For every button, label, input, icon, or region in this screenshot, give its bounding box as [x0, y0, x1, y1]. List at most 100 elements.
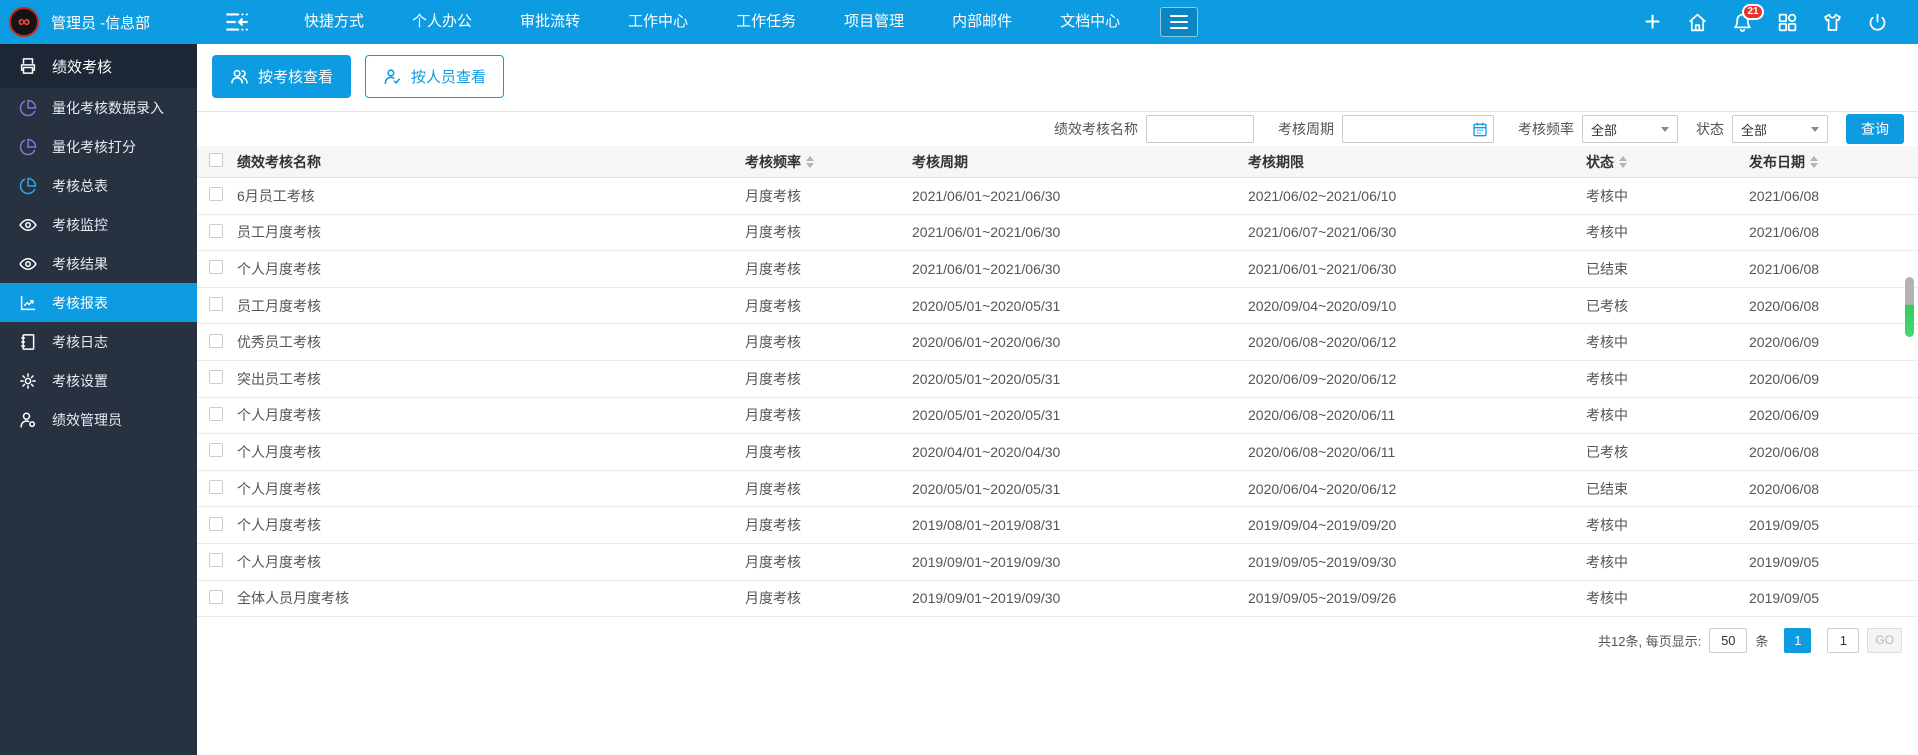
- top-nav: 快捷方式 个人办公 审批流转 工作中心 工作任务 项目管理 内部邮件 文档中心: [280, 0, 1144, 44]
- table-row[interactable]: 个人月度考核 月度考核 2019/09/01~2019/09/30 2019/0…: [197, 544, 1918, 581]
- cell-publish-date: 2020/06/08: [1749, 298, 1906, 314]
- row-checkbox[interactable]: [209, 480, 223, 494]
- app-logo-icon: ∞: [9, 7, 39, 37]
- table-body: 6月员工考核 月度考核 2021/06/01~2021/06/30 2021/0…: [197, 178, 1918, 617]
- theme-shirt-icon[interactable]: [1822, 12, 1843, 33]
- cell-publish-date: 2020/06/09: [1749, 334, 1906, 350]
- nav-more-button[interactable]: [1160, 7, 1198, 37]
- home-icon[interactable]: [1687, 12, 1708, 33]
- bar-chart-icon: [19, 294, 37, 312]
- sidebar-item-performance-admin[interactable]: 绩效管理员: [0, 400, 197, 439]
- sidebar-item-assessment-logs[interactable]: 考核日志: [0, 322, 197, 361]
- column-header-name: 绩效考核名称: [237, 152, 745, 172]
- cell-term: 2020/06/08~2020/06/11: [1248, 407, 1586, 423]
- chevron-down-icon: [1661, 127, 1669, 132]
- cell-term: 2021/06/01~2021/06/30: [1248, 261, 1586, 277]
- cell-frequency: 月度考核: [745, 588, 912, 608]
- vertical-scrollbar-thumb[interactable]: [1905, 277, 1914, 337]
- nav-item-personal-office[interactable]: 个人办公: [388, 0, 496, 44]
- cell-publish-date: 2019/09/05: [1749, 590, 1906, 606]
- cell-term: 2021/06/07~2021/06/30: [1248, 224, 1586, 240]
- row-checkbox[interactable]: [209, 260, 223, 274]
- sidebar-item-quant-scoring[interactable]: 量化考核打分: [0, 127, 197, 166]
- table-row[interactable]: 突出员工考核 月度考核 2020/05/01~2020/05/31 2020/0…: [197, 361, 1918, 398]
- cell-assessment-name: 全体人员月度考核: [237, 588, 745, 608]
- row-checkbox[interactable]: [209, 297, 223, 311]
- nav-item-approval-flow[interactable]: 审批流转: [496, 0, 604, 44]
- frequency-select[interactable]: 全部: [1582, 115, 1678, 143]
- cell-assessment-name: 个人月度考核: [237, 259, 745, 279]
- row-checkbox[interactable]: [209, 187, 223, 201]
- table-row[interactable]: 优秀员工考核 月度考核 2020/06/01~2020/06/30 2020/0…: [197, 324, 1918, 361]
- power-icon[interactable]: [1867, 12, 1888, 33]
- eye-icon: [19, 216, 37, 234]
- cell-assessment-name: 个人月度考核: [237, 552, 745, 572]
- go-button[interactable]: GO: [1867, 628, 1902, 653]
- sidebar-item-assessment-summary[interactable]: 考核总表: [0, 166, 197, 205]
- sidebar-item-assessment-results[interactable]: 考核结果: [0, 244, 197, 283]
- row-checkbox[interactable]: [209, 553, 223, 567]
- plus-icon[interactable]: +: [1642, 12, 1663, 33]
- row-checkbox[interactable]: [209, 517, 223, 531]
- assessment-name-input[interactable]: [1146, 115, 1254, 143]
- sort-icon[interactable]: [806, 156, 814, 168]
- sidebar-item-performance-assessment[interactable]: 绩效考核: [0, 44, 197, 88]
- filter-status-label: 状态: [1696, 119, 1724, 139]
- nav-item-work-center[interactable]: 工作中心: [604, 0, 712, 44]
- table-row[interactable]: 全体人员月度考核 月度考核 2019/09/01~2019/09/30 2019…: [197, 581, 1918, 618]
- pagination-summary: 共12条, 每页显示:: [1598, 631, 1701, 650]
- nav-item-document-center[interactable]: 文档中心: [1036, 0, 1144, 44]
- cell-period: 2019/09/01~2019/09/30: [912, 554, 1248, 570]
- table-row[interactable]: 个人月度考核 月度考核 2020/05/01~2020/05/31 2020/0…: [197, 398, 1918, 435]
- cell-frequency: 月度考核: [745, 405, 912, 425]
- sort-icon[interactable]: [1619, 156, 1627, 168]
- sidebar-item-quant-data-entry[interactable]: 量化考核数据录入: [0, 88, 197, 127]
- row-checkbox[interactable]: [209, 334, 223, 348]
- notification-badge: 21: [1742, 4, 1764, 20]
- row-checkbox[interactable]: [209, 224, 223, 238]
- calendar-icon[interactable]: [1472, 121, 1488, 137]
- nav-item-work-tasks[interactable]: 工作任务: [712, 0, 820, 44]
- tab-view-by-person[interactable]: 按人员查看: [365, 55, 504, 98]
- cell-assessment-name: 员工月度考核: [237, 296, 745, 316]
- nav-item-shortcuts[interactable]: 快捷方式: [280, 0, 388, 44]
- cell-term: 2020/09/04~2020/09/10: [1248, 298, 1586, 314]
- table-row[interactable]: 个人月度考核 月度考核 2019/08/01~2019/08/31 2019/0…: [197, 507, 1918, 544]
- cell-frequency: 月度考核: [745, 479, 912, 499]
- menu-collapse-icon[interactable]: [224, 9, 250, 35]
- goto-page-input[interactable]: [1827, 628, 1859, 653]
- row-checkbox[interactable]: [209, 370, 223, 384]
- table-row[interactable]: 个人月度考核 月度考核 2021/06/01~2021/06/30 2021/0…: [197, 251, 1918, 288]
- cell-period: 2019/09/01~2019/09/30: [912, 590, 1248, 606]
- user-admin-icon: [19, 411, 37, 429]
- cell-publish-date: 2020/06/09: [1749, 407, 1906, 423]
- pagination-unit: 条: [1755, 631, 1768, 650]
- bell-icon[interactable]: 21: [1732, 12, 1753, 33]
- sidebar-item-assessment-reports[interactable]: 考核报表: [0, 283, 197, 322]
- status-select[interactable]: 全部: [1732, 115, 1828, 143]
- tab-view-by-assessment[interactable]: 按考核查看: [212, 55, 351, 98]
- nav-item-project-mgmt[interactable]: 项目管理: [820, 0, 928, 44]
- table-row[interactable]: 员工月度考核 月度考核 2021/06/01~2021/06/30 2021/0…: [197, 215, 1918, 252]
- apps-grid-icon[interactable]: [1777, 12, 1798, 33]
- search-button[interactable]: 查询: [1846, 114, 1904, 144]
- table-row[interactable]: 个人月度考核 月度考核 2020/05/01~2020/05/31 2020/0…: [197, 471, 1918, 508]
- nav-item-internal-mail[interactable]: 内部邮件: [928, 0, 1036, 44]
- sort-icon[interactable]: [1810, 156, 1818, 168]
- row-checkbox[interactable]: [209, 407, 223, 421]
- filter-period-label: 考核周期: [1278, 119, 1334, 139]
- select-all-checkbox[interactable]: [209, 153, 223, 167]
- page-1-button[interactable]: 1: [1784, 628, 1811, 653]
- gear-icon: [19, 372, 37, 390]
- sidebar-item-assessment-monitor[interactable]: 考核监控: [0, 205, 197, 244]
- sidebar-item-assessment-settings[interactable]: 考核设置: [0, 361, 197, 400]
- brand: ∞ 管理员 -信息部: [0, 7, 206, 37]
- table-row[interactable]: 个人月度考核 月度考核 2020/04/01~2020/04/30 2020/0…: [197, 434, 1918, 471]
- table-row[interactable]: 员工月度考核 月度考核 2020/05/01~2020/05/31 2020/0…: [197, 288, 1918, 325]
- filter-frequency-label: 考核频率: [1518, 119, 1574, 139]
- row-checkbox[interactable]: [209, 443, 223, 457]
- cell-assessment-name: 6月员工考核: [237, 186, 745, 206]
- table-row[interactable]: 6月员工考核 月度考核 2021/06/01~2021/06/30 2021/0…: [197, 178, 1918, 215]
- row-checkbox[interactable]: [209, 590, 223, 604]
- page-size-input[interactable]: [1709, 628, 1747, 653]
